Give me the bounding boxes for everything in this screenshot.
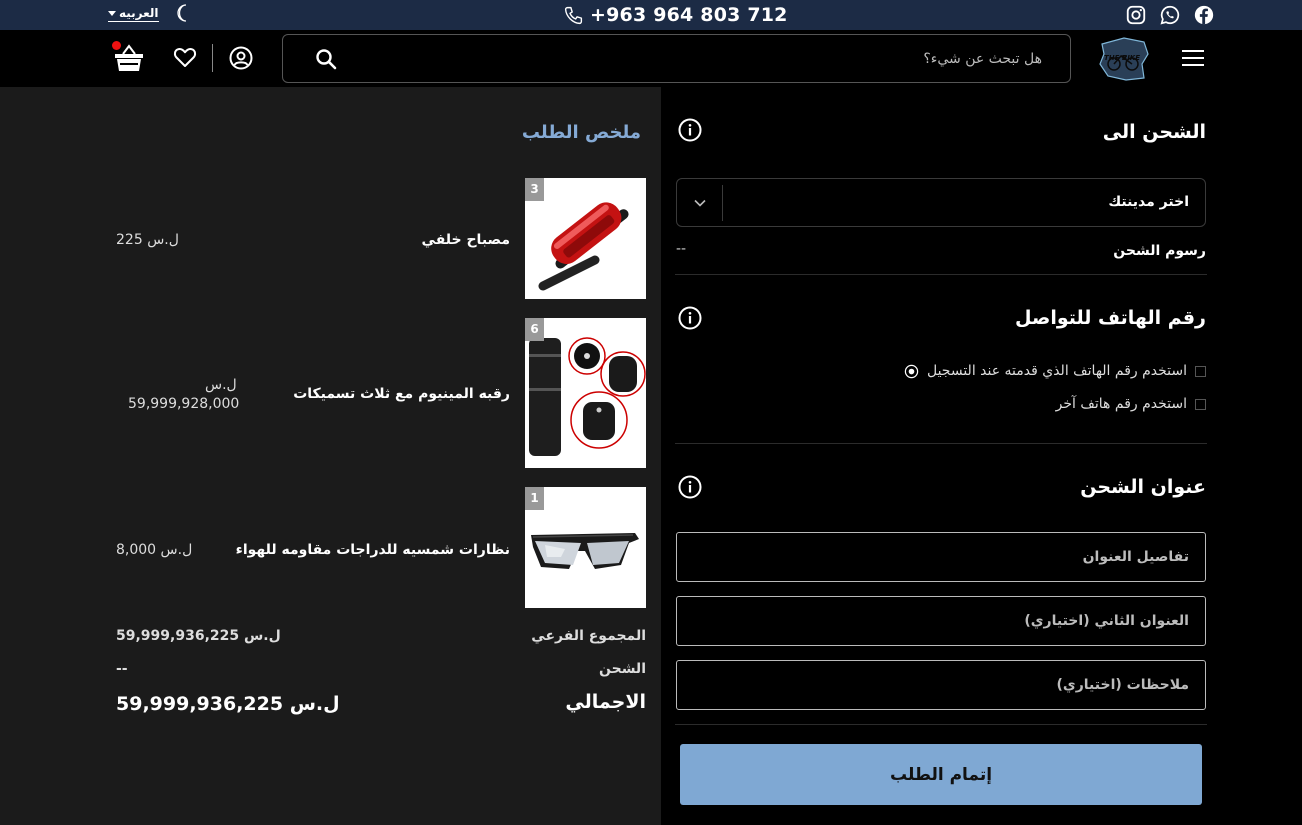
checkbox[interactable] [1195,365,1206,377]
quantity-badge: 6 [525,318,544,341]
caret-down-icon [108,11,116,16]
info-icon[interactable] [678,475,702,499]
divider [675,274,1207,275]
total-value: 59,999,936,225 ل.س [116,693,340,715]
language-selector[interactable]: العربيه [108,6,159,22]
quantity-badge: 1 [525,487,544,510]
select-separator [722,185,723,221]
logo-text: THE BIKE [1104,54,1140,62]
shipping-summary-value: -- [116,661,128,677]
language-label: العربيه [119,6,159,20]
checkout-form-panel: الشحن الى اختر مدينتك رسوم الشحن -- رقم … [661,87,1302,825]
total-label: الاجمالي [565,691,646,713]
address-details-field [676,532,1206,582]
address-details-input[interactable] [677,533,1205,581]
hamburger-menu-icon[interactable] [1182,50,1204,67]
quantity-badge: 3 [525,178,544,201]
main-header: THE BIKE [0,30,1302,87]
order-summary-title: ملخص الطلب [521,122,641,143]
checkbox[interactable] [1195,398,1206,410]
chevron-down-icon [694,199,706,207]
item-currency: ل.س [147,232,179,248]
shipping-to-title: الشحن الى [1102,121,1206,143]
info-icon[interactable] [678,306,702,330]
phone-contact[interactable]: +963 964 803 712 [563,3,788,27]
shipping-summary-label: الشحن [599,661,646,677]
complete-order-button[interactable]: إتمام الطلب [680,744,1202,805]
heart-icon[interactable] [173,46,197,68]
address-second-field [676,596,1206,646]
total-currency: ل.س [289,693,340,715]
shipping-fee-value: -- [676,241,687,257]
contact-phone-title: رقم الهاتف للتواصل [1015,307,1206,329]
option-other-phone[interactable]: استخدم رقم هاتف آخر [1056,396,1206,412]
facebook-icon[interactable] [1193,4,1215,26]
site-logo[interactable]: THE BIKE [1094,34,1152,84]
whatsapp-icon[interactable] [1159,4,1181,26]
radio-selected-icon [904,364,919,378]
option-registered-phone[interactable]: استخدم رقم الهاتف الذي قدمته عند التسجيل [904,363,1206,379]
total-amount: 59,999,936,225 [116,693,284,715]
user-account-icon[interactable] [229,46,253,70]
city-select-value: اختر مدينتك [1108,194,1189,210]
product-thumbnail[interactable]: 1 [525,487,646,608]
divider [675,724,1207,725]
option-other-label: استخدم رقم هاتف آخر [1055,396,1187,412]
item-currency: ل.س [205,377,237,393]
info-icon[interactable] [678,118,702,142]
item-price: 8,000 ل.س [116,542,192,558]
item-price-value: 59,999,928,000 [128,396,240,412]
item-price-value: 225 [116,232,143,248]
subtotal-currency: ل.س [243,628,281,644]
search-icon[interactable] [315,48,337,70]
dark-mode-moon-icon[interactable] [176,4,192,22]
search-box [282,34,1071,83]
header-divider [212,44,213,72]
option-registered-label: استخدم رقم الهاتف الذي قدمته عند التسجيل [926,363,1187,379]
item-price: 225 ل.س [116,232,179,248]
product-thumbnail[interactable]: 3 [525,178,646,299]
notes-input[interactable] [677,661,1205,709]
item-name: مصباح خلفي [421,232,510,248]
instagram-icon[interactable] [1125,4,1147,26]
city-select[interactable]: اختر مدينتك [676,178,1206,227]
address-second-input[interactable] [677,597,1205,645]
item-price-value: 8,000 [116,542,157,558]
product-thumbnail[interactable]: 6 [525,318,646,468]
notes-field [676,660,1206,710]
item-currency: ل.س [160,542,193,558]
top-bar: العربيه +963 964 803 712 [0,0,1302,30]
subtotal-value: 59,999,936,225 ل.س [116,628,281,644]
shipping-fee-label: رسوم الشحن [1113,243,1206,259]
shipping-address-title: عنوان الشحن [1080,476,1206,498]
phone-icon [564,6,583,24]
item-name: رقبه المينيوم مع ثلاث تسميكات [293,386,510,402]
item-name: نظارات شمسيه للدراجات مقاومه للهواء [235,542,510,558]
subtotal-amount: 59,999,936,225 [116,628,240,644]
phone-number: +963 964 803 712 [590,4,788,26]
subtotal-label: المجموع الفرعي [531,628,646,644]
cart-badge [112,41,121,50]
search-input[interactable] [442,47,1042,71]
divider [675,443,1207,444]
